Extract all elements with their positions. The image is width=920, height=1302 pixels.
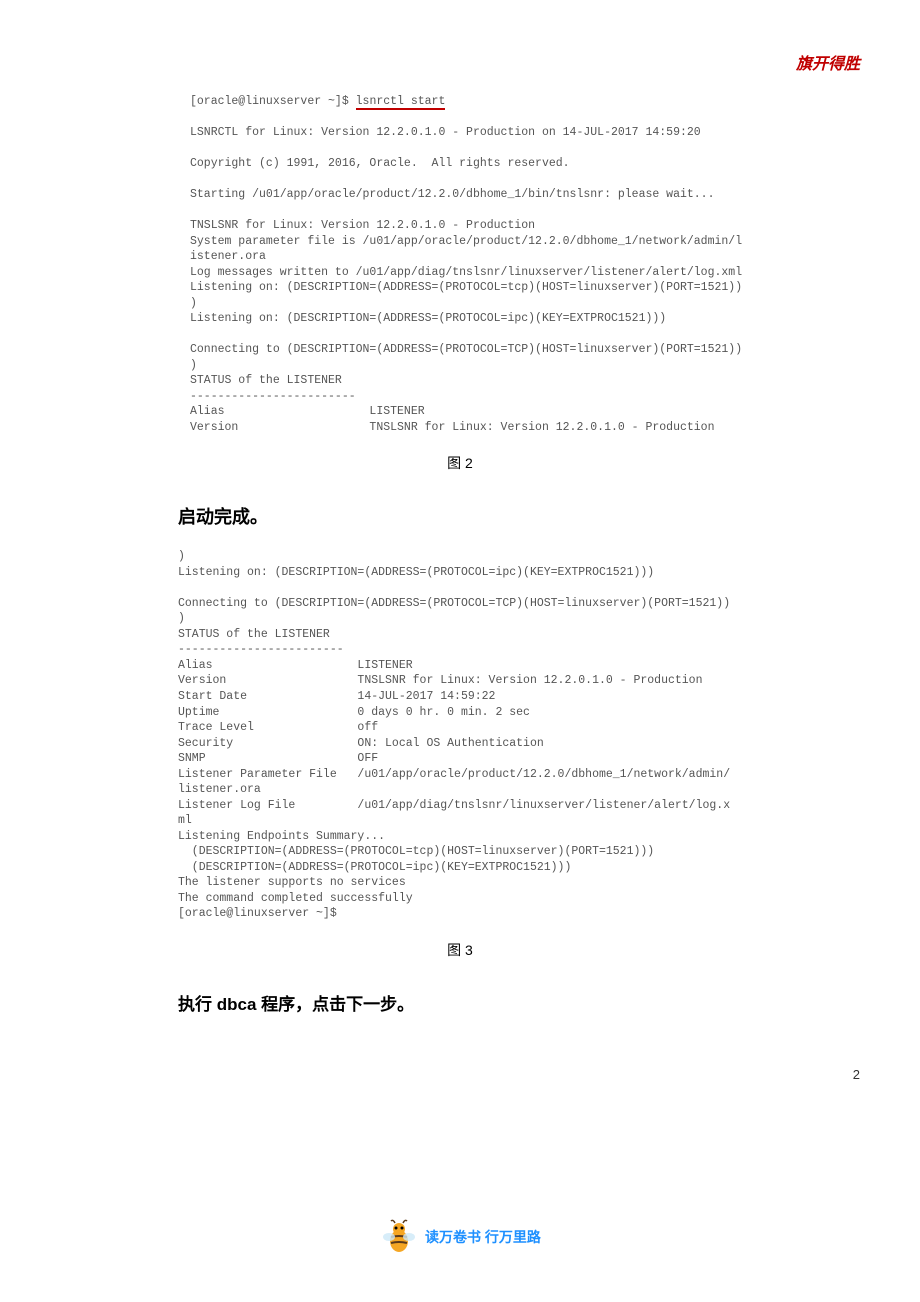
bee-icon (379, 1217, 419, 1257)
page-number: 2 (853, 1067, 860, 1082)
figure-2-caption: 图 2 (60, 453, 860, 473)
terminal-figure-2: [oracle@linuxserver ~]$ lsnrctl start LS… (190, 94, 820, 435)
terminal-output-2: LSNRCTL for Linux: Version 12.2.0.1.0 - … (190, 126, 742, 434)
header-banner: 旗开得胜 (60, 50, 860, 74)
instruction-prefix: 执行 (178, 995, 217, 1014)
figure-3-caption: 图 3 (60, 940, 860, 960)
instruction-line: 执行 dbca 程序，点击下一步。 (178, 990, 860, 1015)
footer-text: 读万卷书 行万里路 (425, 1227, 541, 1247)
instruction-cmd: dbca (217, 995, 257, 1014)
terminal-figure-3: ) Listening on: (DESCRIPTION=(ADDRESS=(P… (178, 549, 820, 921)
command-underlined: lsnrctl start (356, 95, 446, 110)
document-page: 旗开得胜 [oracle@linuxserver ~]$ lsnrctl sta… (0, 0, 920, 1302)
instruction-next: 下一步 (346, 995, 397, 1014)
heading-startup-complete: 启动完成。 (178, 503, 860, 529)
footer: 读万卷书 行万里路 (0, 1217, 920, 1262)
instruction-suffix: 。 (397, 995, 414, 1014)
shell-prompt: [oracle@linuxserver ~]$ (190, 95, 356, 108)
instruction-middle: 程序，点击 (256, 995, 346, 1014)
footer-content: 读万卷书 行万里路 (379, 1217, 541, 1257)
